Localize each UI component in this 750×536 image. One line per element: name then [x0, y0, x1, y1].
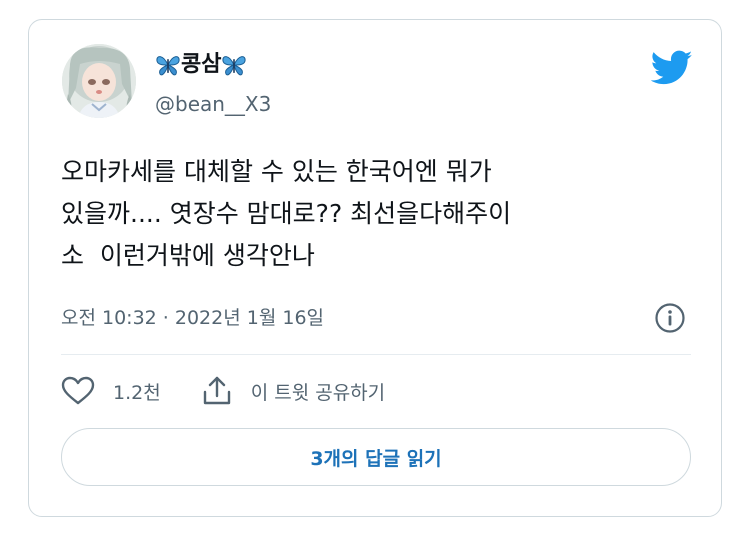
share-button[interactable]: 이 트윗 공유하기: [201, 375, 385, 407]
avatar[interactable]: [62, 44, 136, 118]
butterfly-icon: [156, 56, 180, 76]
tweet-card: 콩삼 @bean__X3 오마카세를 대체할 수 있는 한국어엔 뭐가 있을까.…: [28, 19, 722, 517]
divider: [61, 354, 691, 355]
like-button[interactable]: 1.2천: [61, 376, 161, 406]
user-handle[interactable]: @bean__X3: [155, 91, 271, 117]
tweet-timestamp[interactable]: 오전 10:32 · 2022년 1월 16일: [61, 305, 324, 331]
heart-icon: [61, 376, 95, 405]
display-name[interactable]: 콩삼: [155, 51, 247, 79]
read-replies-button[interactable]: 3개의 답글 읽기: [61, 428, 691, 486]
tweet-actions: 1.2천 이 트윗 공유하기: [61, 374, 385, 408]
info-icon[interactable]: [654, 302, 686, 334]
display-name-text: 콩삼: [181, 52, 222, 77]
share-label: 이 트윗 공유하기: [250, 381, 386, 404]
share-icon: [203, 376, 230, 405]
avatar-image: [62, 44, 136, 118]
butterfly-icon: [222, 56, 247, 76]
tweet-text: 오마카세를 대체할 수 있는 한국어엔 뭐가 있을까.... 엿장수 맘대로??…: [61, 157, 512, 270]
like-count: 1.2천: [113, 381, 161, 404]
twitter-bird-icon[interactable]: [651, 50, 693, 86]
